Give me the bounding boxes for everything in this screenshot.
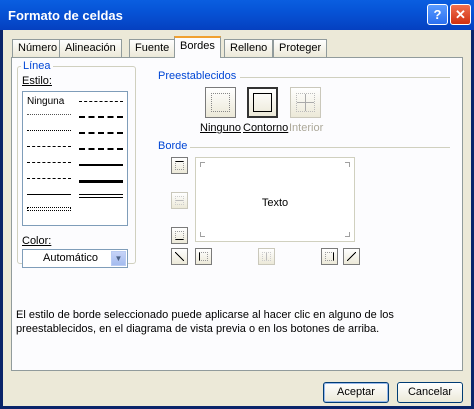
inside-border-icon <box>296 93 315 112</box>
preset-contorno-label: Contorno <box>243 122 289 134</box>
inside-vertical-icon <box>262 252 271 261</box>
line-style-double[interactable] <box>79 194 123 198</box>
preview-text: Texto <box>261 197 289 209</box>
diagonal-down-icon <box>347 252 356 261</box>
right-border-icon <box>325 252 334 261</box>
line-style-dash-dot-dot[interactable] <box>27 146 71 147</box>
line-style-none[interactable]: Ninguna <box>27 96 64 107</box>
tab-proteger[interactable]: Proteger <box>273 39 328 57</box>
border-diagonal-down-button[interactable] <box>343 248 360 265</box>
title-bar[interactable]: Formato de celdas ? ✕ <box>0 0 474 30</box>
preset-contorno-button[interactable] <box>247 87 278 118</box>
tab-fuente[interactable]: Fuente <box>129 39 176 57</box>
help-button[interactable]: ? <box>427 4 448 25</box>
color-dropdown[interactable]: Automático ▼ <box>22 249 128 268</box>
line-style-thin[interactable] <box>27 194 71 195</box>
line-style-medium-dashed[interactable] <box>79 148 123 150</box>
linea-title: Línea <box>21 60 53 72</box>
preestablecidos-title: Preestablecidos <box>158 70 237 82</box>
color-value: Automático <box>43 252 99 264</box>
tab-numero[interactable]: Número <box>12 39 64 57</box>
line-style-dotted[interactable] <box>27 130 71 131</box>
preview-corner-mark <box>345 162 350 167</box>
tab-bordes[interactable]: Bordes <box>174 36 221 58</box>
linea-group: Línea Estilo: Ninguna Color: Automático … <box>17 60 136 268</box>
preview-corner-mark <box>200 232 205 237</box>
preview-corner-mark <box>345 232 350 237</box>
border-right-button[interactable] <box>321 248 338 265</box>
border-diagonal-up-button[interactable] <box>171 248 188 265</box>
line-style-dash-dot[interactable] <box>27 162 71 163</box>
chevron-down-icon[interactable]: ▼ <box>111 251 126 266</box>
line-style-selected[interactable] <box>27 207 71 211</box>
border-top-button[interactable] <box>171 157 188 174</box>
preset-interior-label: Interior <box>289 122 324 134</box>
line-style-slant-dash-dot[interactable] <box>79 116 123 118</box>
preestablecidos-divider <box>240 77 450 78</box>
close-button[interactable]: ✕ <box>450 4 471 25</box>
tab-relleno[interactable]: Relleno <box>224 39 274 57</box>
outline-border-icon <box>253 93 272 112</box>
line-style-dashed[interactable] <box>27 178 71 179</box>
cancel-button[interactable]: Cancelar <box>397 382 463 403</box>
border-preview[interactable]: Texto <box>195 157 355 242</box>
border-inside-vertical-button[interactable] <box>258 248 275 265</box>
bottom-border-icon <box>175 231 184 240</box>
top-border-icon <box>175 161 184 170</box>
left-border-icon <box>199 252 208 261</box>
border-bottom-button[interactable] <box>171 227 188 244</box>
inside-horizontal-icon <box>175 196 184 205</box>
no-border-icon <box>211 93 230 112</box>
borde-title: Borde <box>158 140 188 152</box>
preset-ninguno-label: Ninguno <box>200 122 241 134</box>
dialog-body: Número Alineación Fuente Bordes Relleno … <box>3 30 471 406</box>
description-text: El estilo de borde seleccionado puede ap… <box>16 309 394 335</box>
preset-ninguno-button[interactable] <box>205 87 236 118</box>
borde-divider <box>190 147 450 148</box>
bordes-panel: Línea Estilo: Ninguna Color: Automático … <box>11 57 463 371</box>
preview-corner-mark <box>200 162 205 167</box>
diagonal-up-icon <box>175 252 184 261</box>
dialog-window: Formato de celdas ? ✕ Número Alineación … <box>0 0 474 409</box>
color-label: Color: <box>22 235 52 247</box>
line-style-thick[interactable] <box>79 180 123 183</box>
dialog-title: Formato de celdas <box>8 8 123 23</box>
preset-interior-button[interactable] <box>290 87 321 118</box>
estilo-label: Estilo: <box>22 75 52 87</box>
border-inside-horizontal-button[interactable] <box>171 192 188 209</box>
tab-alineacion[interactable]: Alineación <box>59 39 122 57</box>
line-style-medium-dash-dot[interactable] <box>79 132 123 134</box>
line-style-list[interactable]: Ninguna <box>22 91 128 226</box>
border-left-button[interactable] <box>195 248 212 265</box>
line-style-medium[interactable] <box>79 164 123 166</box>
ok-button[interactable]: Aceptar <box>323 382 389 403</box>
line-style-hair[interactable] <box>27 114 71 115</box>
line-style-medium-dash-dot-dot[interactable] <box>79 101 123 102</box>
